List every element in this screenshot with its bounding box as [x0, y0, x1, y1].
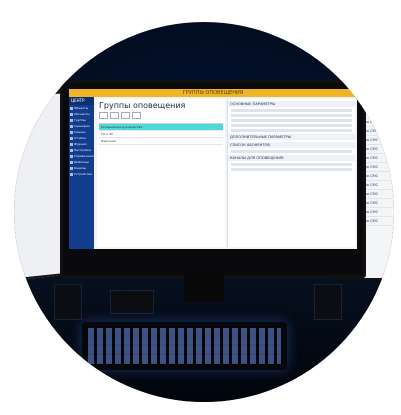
- nav-icon: [70, 172, 73, 176]
- nav-icon: [70, 166, 73, 170]
- photo: Дата Сеанс Оповещения Оповещение по СМС …: [0, 0, 401, 415]
- toolbar: [97, 110, 225, 121]
- left-monitor-text: Дата: [14, 99, 19, 106]
- copy-icon: [110, 112, 119, 119]
- backlit-keyboard: [82, 322, 287, 370]
- nav-icon: [70, 160, 73, 164]
- groups-list-pane: Группы оповещения Оповещение руководства…: [97, 99, 225, 247]
- nav-icon: [70, 148, 73, 152]
- delete-icon: [121, 112, 130, 119]
- section-header: КАНАЛЫ ДЛЯ ОПОВЕЩЕНИЯ: [228, 155, 355, 161]
- form-line: [231, 119, 352, 122]
- table-row: Персонал: [99, 138, 223, 145]
- filter-icon: [132, 112, 141, 119]
- nav-icon: [70, 112, 73, 116]
- app-logo: ЦЕНТР: [69, 97, 94, 105]
- nav-icon: [70, 130, 73, 134]
- form-line: [231, 150, 352, 153]
- sidebar: ЦЕНТР Объекты Абоненты Группы Сценарии С…: [69, 97, 94, 249]
- right-speaker: [314, 284, 342, 320]
- main-monitor: ГРУППЫ ОПОВЕЩЕНИЯ ЦЕНТР Объекты Абоненты…: [60, 80, 366, 278]
- keyboard-keys: [88, 328, 281, 364]
- section-header: ОСНОВНЫЕ ПАРАМЕТРЫ: [228, 101, 355, 107]
- nav-icon: [70, 136, 73, 140]
- nav-icon: [70, 124, 73, 128]
- circular-photo-frame: Дата Сеанс Оповещения Оповещение по СМС …: [14, 22, 394, 402]
- form-line: [231, 109, 352, 112]
- section-header: ДОПОЛНИТЕЛЬНЫЕ ПАРАМЕТРЫ: [228, 134, 355, 140]
- section-header: СПИСОК АБОНЕНТОВ: [228, 142, 355, 148]
- form-line: [231, 168, 352, 171]
- groups-table: Оповещение руководства ГО и ЧС Персонал: [99, 123, 223, 145]
- page-title: Группы оповещения: [99, 101, 186, 110]
- nav-icon: [70, 118, 73, 122]
- form-line: [231, 124, 352, 127]
- table-row: Оповещение руководства: [99, 124, 223, 131]
- nav-icon: [70, 106, 73, 110]
- form-line: [231, 163, 352, 166]
- right-monitor-tab-2: [367, 112, 373, 118]
- sidebar-item: Устройства: [69, 171, 94, 177]
- details-pane: ОСНОВНЫЕ ПАРАМЕТРЫ ДОПОЛНИТЕЛЬНЫЕ ПАРАМЕ…: [227, 99, 355, 247]
- left-speaker: [54, 284, 82, 320]
- table-row: ГО и ЧС: [99, 131, 223, 138]
- nav-icon: [70, 154, 73, 158]
- main-screen: ГРУППЫ ОПОВЕЩЕНИЯ ЦЕНТР Объекты Абоненты…: [69, 89, 357, 249]
- desk-device: [110, 290, 154, 314]
- nav-icon: [70, 142, 73, 146]
- monitor-stand: [184, 272, 224, 302]
- top-banner: ГРУППЫ ОПОВЕЩЕНИЯ: [69, 89, 357, 97]
- form-line: [231, 114, 352, 117]
- add-icon: [99, 112, 108, 119]
- form-line: [231, 129, 352, 132]
